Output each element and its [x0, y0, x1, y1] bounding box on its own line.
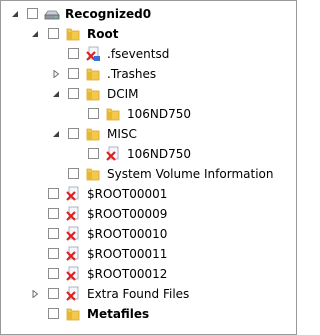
deleted-file-icon: [65, 266, 81, 282]
tree-row-106nd750-deleted[interactable]: 106ND750: [1, 144, 296, 164]
tree-row-trashes[interactable]: .Trashes: [1, 64, 296, 84]
deleted-file-icon: [65, 286, 81, 302]
tree-row-label: Metafiles: [87, 307, 150, 321]
checkbox[interactable]: [88, 108, 99, 119]
tree-row-label: System Volume Information: [107, 167, 274, 181]
file-tree: Recognized0 Root .fseventsd .Trashes DCI…: [0, 0, 297, 335]
deleted-file-icon: [65, 186, 81, 202]
tree-row-label: Root: [87, 27, 119, 41]
tree-row-system-volume-information[interactable]: System Volume Information: [1, 164, 296, 184]
tree-row-label: $ROOT00010: [87, 227, 168, 241]
tree-row-label: Extra Found Files: [87, 287, 190, 301]
deleted-file-icon: [65, 246, 81, 262]
tree-row-dcim[interactable]: DCIM: [1, 84, 296, 104]
checkbox[interactable]: [48, 248, 59, 259]
tree-row-label: Recognized0: [65, 7, 152, 21]
tree-row-misc[interactable]: MISC: [1, 124, 296, 144]
tree-row-extra-found-files[interactable]: Extra Found Files: [1, 284, 296, 304]
tree-row-label: .fseventsd: [107, 47, 170, 61]
tree-row-root00011[interactable]: $ROOT00011: [1, 244, 296, 264]
tree-row-root[interactable]: Root: [1, 24, 296, 44]
tree-row-fseventsd[interactable]: .fseventsd: [1, 44, 296, 64]
folder-icon: [65, 26, 81, 42]
checkbox[interactable]: [48, 228, 59, 239]
folder-icon: [65, 306, 81, 322]
expanded-arrow-icon[interactable]: [11, 10, 19, 18]
deleted-file-icon: [65, 226, 81, 242]
tree-row-label: 106ND750: [127, 147, 192, 161]
checkbox[interactable]: [27, 8, 38, 19]
checkbox[interactable]: [48, 188, 59, 199]
checkbox[interactable]: [48, 268, 59, 279]
checkbox[interactable]: [48, 208, 59, 219]
checkbox[interactable]: [88, 148, 99, 159]
expanded-arrow-icon[interactable]: [31, 30, 39, 38]
tree-row-label: 106ND750: [127, 107, 192, 121]
tree-row-root00009[interactable]: $ROOT00009: [1, 204, 296, 224]
tree-row-metafiles[interactable]: Metafiles: [1, 304, 296, 324]
tree-row-label: MISC: [107, 127, 137, 141]
checkbox[interactable]: [48, 308, 59, 319]
deleted-file-icon: [85, 46, 101, 62]
checkbox[interactable]: [68, 88, 79, 99]
tree-row-root00012[interactable]: $ROOT00012: [1, 264, 296, 284]
tree-row-label: $ROOT00011: [87, 247, 168, 261]
tree-row-label: $ROOT00009: [87, 207, 168, 221]
deleted-file-icon: [65, 206, 81, 222]
folder-icon: [85, 166, 101, 182]
checkbox[interactable]: [48, 28, 59, 39]
checkbox[interactable]: [68, 68, 79, 79]
folder-icon: [85, 126, 101, 142]
checkbox[interactable]: [68, 48, 79, 59]
checkbox[interactable]: [68, 128, 79, 139]
expanded-arrow-icon[interactable]: [52, 130, 60, 138]
tree-row-106nd750-folder[interactable]: 106ND750: [1, 104, 296, 124]
tree-row-root00001[interactable]: $ROOT00001: [1, 184, 296, 204]
checkbox[interactable]: [68, 168, 79, 179]
collapsed-arrow-icon[interactable]: [31, 290, 39, 298]
drive-icon: [44, 6, 60, 22]
tree-row-label: DCIM: [107, 87, 139, 101]
tree-row-label: $ROOT00001: [87, 187, 168, 201]
tree-row-recognized0[interactable]: Recognized0: [1, 4, 296, 24]
folder-icon: [85, 66, 101, 82]
folder-icon: [105, 106, 121, 122]
deleted-file-icon: [105, 146, 121, 162]
collapsed-arrow-icon[interactable]: [52, 70, 60, 78]
tree-row-root00010[interactable]: $ROOT00010: [1, 224, 296, 244]
folder-icon: [85, 86, 101, 102]
tree-row-label: $ROOT00012: [87, 267, 168, 281]
tree-row-label: .Trashes: [107, 67, 157, 81]
expanded-arrow-icon[interactable]: [52, 90, 60, 98]
checkbox[interactable]: [48, 288, 59, 299]
